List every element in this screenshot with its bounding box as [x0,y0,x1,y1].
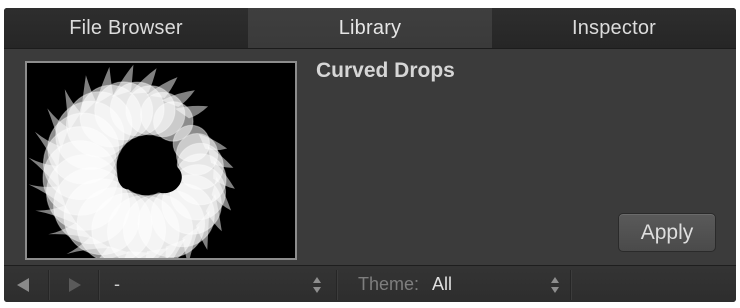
path-value: - [114,274,120,294]
divider [98,270,99,300]
library-panel: File Browser Library Inspector Curved Dr… [4,8,736,302]
up-down-arrows-icon [551,277,559,293]
triangle-left-icon [17,277,29,292]
preview-thumbnail [25,61,297,260]
tab-library[interactable]: Library [248,8,492,48]
divider [570,270,571,300]
apply-button[interactable]: Apply [618,213,716,252]
theme-label: Theme: [358,274,420,294]
footer-bar: - Theme: All [4,265,736,302]
tab-bar: File Browser Library Inspector [4,8,736,49]
forward-button[interactable] [62,266,88,302]
back-button[interactable] [10,266,36,302]
tab-file-browser[interactable]: File Browser [4,8,248,48]
tab-label: File Browser [69,16,183,39]
tab-label: Inspector [571,16,657,39]
tab-label: Library [338,16,402,39]
theme-value: All [432,274,453,294]
inner-void-shape [117,137,182,194]
tab-inspector[interactable]: Inspector [492,8,736,48]
path-popup[interactable]: - [100,266,330,302]
divider [336,270,337,300]
divider [48,270,49,300]
up-down-arrows-icon [313,277,321,293]
theme-popup[interactable]: Theme: All [338,266,570,302]
preview-title: Curved Drops [316,59,455,82]
preview-area: Curved Drops Apply [4,49,736,262]
curved-drops-preview [28,64,235,258]
triangle-right-icon [69,277,81,292]
